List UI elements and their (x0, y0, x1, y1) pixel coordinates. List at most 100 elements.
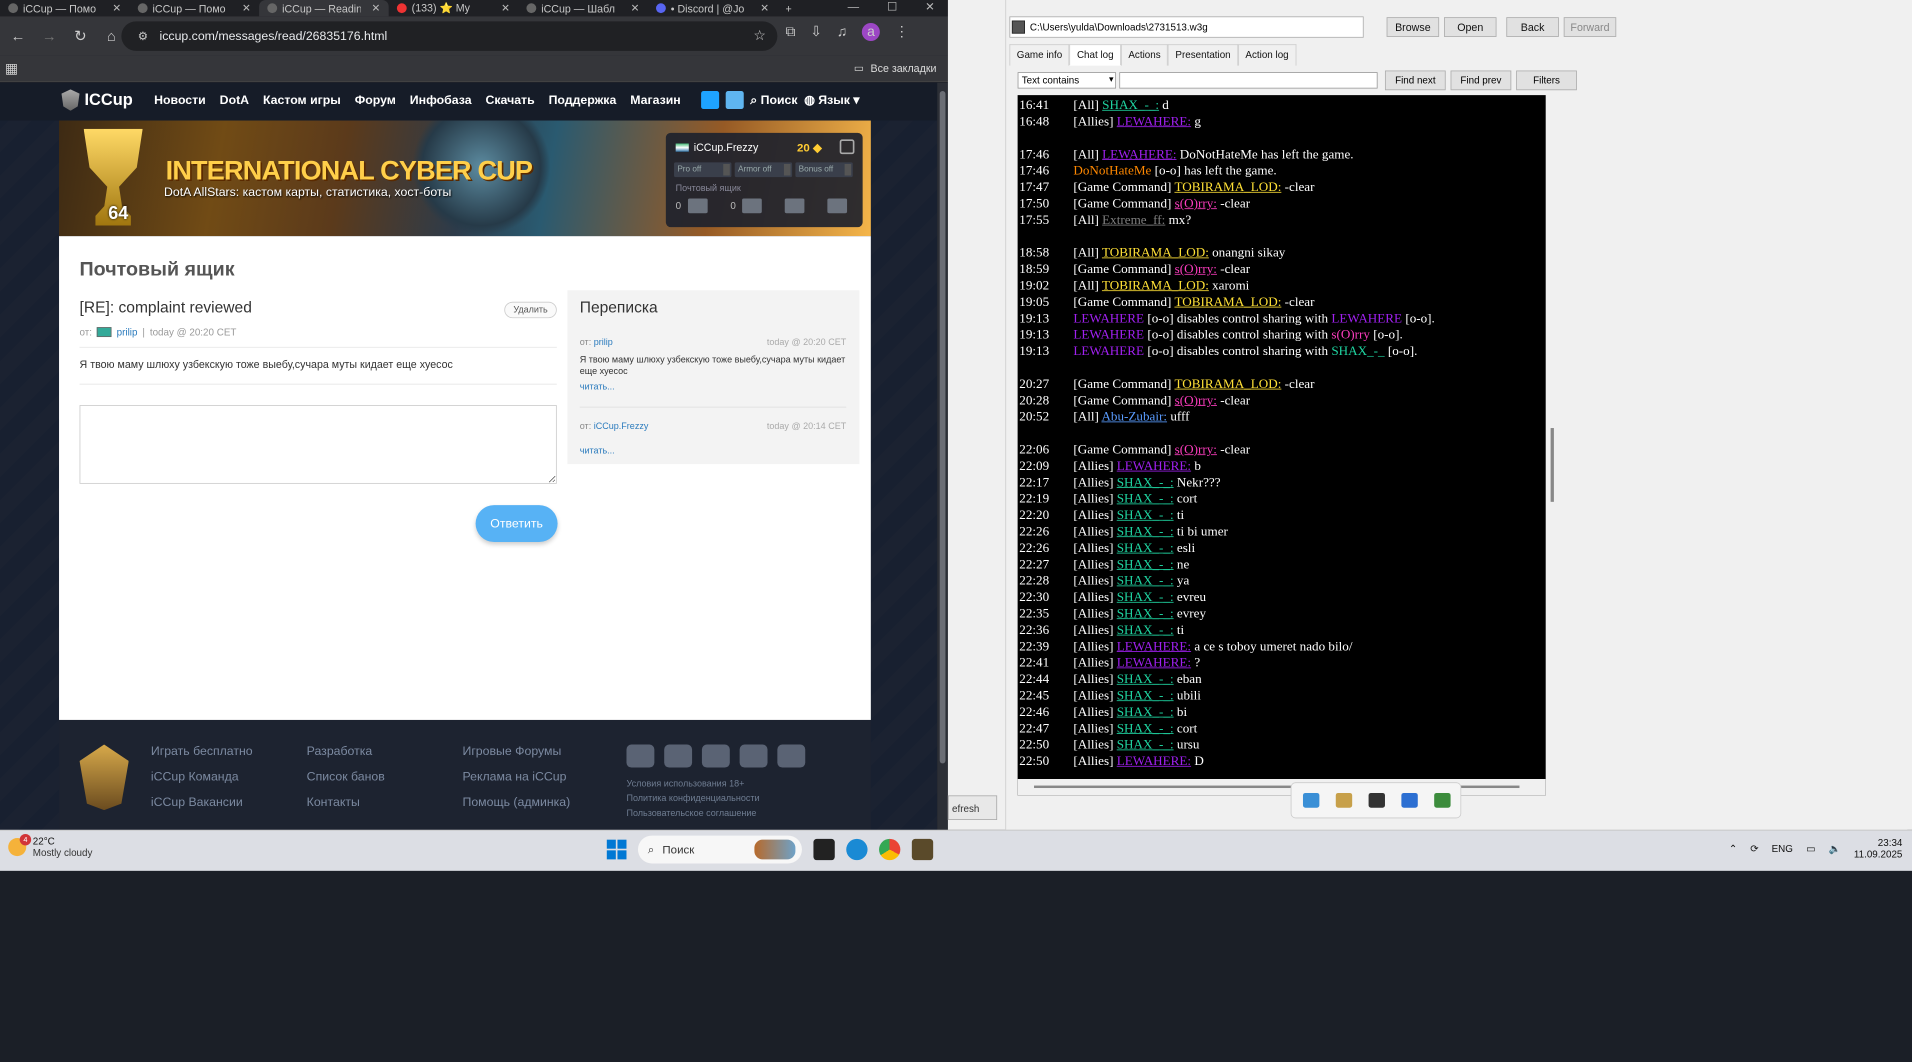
new-tab-button[interactable]: + (777, 0, 810, 16)
wrench-icon[interactable] (785, 198, 805, 214)
footer-link[interactable]: Играть бесплатно (151, 745, 253, 759)
filter-select[interactable]: Text contains (1017, 72, 1117, 89)
scroll-thumb[interactable] (939, 91, 946, 764)
logout-icon[interactable] (839, 139, 855, 155)
close-tab-icon[interactable]: ✕ (631, 2, 640, 15)
chat-player-name[interactable]: SHAX_-_: (1117, 525, 1174, 539)
forward-arrow-icon[interactable]: → (36, 23, 62, 49)
language-indicator[interactable]: ENG (1772, 843, 1793, 854)
page-scrollbar[interactable] (937, 82, 948, 830)
chat-player-name[interactable]: SHAX_-_: (1117, 607, 1174, 621)
legal-link[interactable]: Условия использования 18+ (626, 779, 759, 789)
browser-tab-3[interactable]: iCCup — Readin ✕ (259, 0, 389, 17)
bookmark-star-icon[interactable]: ☆ (753, 28, 766, 44)
thread-sender-link[interactable]: prilip (594, 338, 613, 348)
chat-player-name[interactable]: SHAX_-_: (1102, 98, 1159, 112)
discord-icon[interactable] (664, 744, 693, 768)
chat-player-name[interactable]: SHAX_-_: (1117, 623, 1174, 637)
chat-player-name[interactable]: s(O)rry: (1175, 443, 1217, 457)
close-tab-icon[interactable]: ✕ (112, 2, 121, 15)
close-tab-icon[interactable]: ✕ (372, 2, 381, 15)
apps-grid-icon[interactable]: ▦ (5, 61, 18, 77)
volume-icon[interactable]: 🔈 (1828, 843, 1840, 854)
maximize-icon[interactable]: ☐ (887, 0, 897, 14)
windows-start-icon[interactable] (606, 839, 627, 860)
thread-sender-link[interactable]: iCCup.Frezzy (594, 421, 649, 431)
chat-player-name[interactable]: SHAX_-_: (1117, 492, 1174, 506)
taskbar-search[interactable]: ⌕ Поиск (637, 835, 802, 864)
read-more-link[interactable]: читать... (580, 446, 847, 456)
chat-player-name[interactable]: Extreme_ff: (1102, 213, 1165, 227)
replay-app-icon[interactable] (911, 838, 934, 861)
tab-chat-log[interactable]: Chat log (1069, 44, 1121, 66)
chat-player-name[interactable]: TOBIRAMA_LOD: (1102, 279, 1209, 293)
tab-actions[interactable]: Actions (1120, 44, 1169, 66)
tray-app-icon[interactable]: ⟳ (1750, 843, 1758, 854)
reply-button[interactable]: Ответить (475, 505, 558, 543)
footer-link[interactable]: Контакты (307, 795, 385, 809)
browse-button[interactable]: Browse (1386, 17, 1440, 37)
chat-player-name[interactable]: SHAX_-_: (1117, 541, 1174, 555)
footer-link[interactable]: iCCup Вакансии (151, 795, 253, 809)
chat-player-name[interactable]: s(O)rry: (1175, 262, 1217, 276)
footer-link[interactable]: Реклама на iCCup (462, 770, 570, 784)
chat-player-name[interactable]: SHAX_-_: (1117, 558, 1174, 572)
chevron-up-icon[interactable]: ⌃ (1729, 843, 1737, 854)
chat-player-name[interactable]: s(O)rry: (1175, 394, 1217, 408)
chat-player-name[interactable]: SHAX_-_: (1117, 705, 1174, 719)
legal-link[interactable]: Политика конфиденциальности (626, 794, 759, 804)
chat-player-name[interactable]: SHAX_-_: (1117, 508, 1174, 522)
reply-textarea[interactable] (79, 405, 557, 484)
find-prev-button[interactable]: Find prev (1450, 70, 1512, 91)
armor-toggle[interactable]: Armor off (734, 162, 793, 178)
network-icon[interactable]: ▭ (1806, 843, 1815, 854)
tray-warcraft-icon[interactable] (1335, 792, 1353, 808)
menu-item-download[interactable]: Скачать (486, 93, 535, 107)
chat-player-name[interactable]: LEWAHERE: (1117, 115, 1191, 129)
chat-player-name[interactable]: SHAX_-_: (1117, 476, 1174, 490)
sender-link[interactable]: prilip (117, 326, 138, 337)
telegram-tray-icon[interactable] (1368, 792, 1385, 808)
menu-item-infobase[interactable]: Инфобаза (410, 93, 472, 107)
mail-icon[interactable] (687, 198, 708, 214)
find-next-button[interactable]: Find next (1384, 70, 1446, 91)
menu-item-forum[interactable]: Форум (355, 93, 396, 107)
tray-app-icon[interactable] (1302, 792, 1320, 808)
clock[interactable]: 23:34 11.09.2025 (1854, 837, 1903, 860)
chrome-icon[interactable] (879, 838, 901, 861)
menu-item-custom[interactable]: Кастом игры (263, 93, 341, 107)
close-icon[interactable]: ✕ (925, 0, 935, 14)
discord-settings-icon[interactable] (701, 744, 730, 768)
site-info-icon[interactable]: ⚙ (138, 29, 148, 43)
legal-link[interactable]: Пользовательское соглашение (626, 809, 759, 819)
menu-kebab-icon[interactable]: ⋮ (895, 24, 909, 40)
chat-scrollbar[interactable] (1547, 95, 1558, 796)
chat-player-name[interactable]: TOBIRAMA_LOD: (1174, 377, 1281, 391)
all-bookmarks[interactable]: ▭ Все закладки (854, 62, 937, 75)
vk-icon[interactable] (626, 744, 655, 768)
chat-player-name[interactable]: TOBIRAMA_LOD: (1174, 180, 1281, 194)
browser-tab-5[interactable]: iCCup — Шабл ✕ (518, 0, 648, 16)
refresh-button[interactable]: efresh (947, 795, 998, 820)
chat-player-name[interactable]: SHAX_-_: (1117, 590, 1174, 604)
defender-icon[interactable] (1401, 792, 1418, 808)
chat-player-name[interactable]: SHAX_-_: (1117, 738, 1174, 752)
tab-presentation[interactable]: Presentation (1168, 44, 1239, 66)
delete-button[interactable]: Удалить (504, 301, 557, 319)
chat-player-name[interactable]: LEWAHERE: (1117, 656, 1191, 670)
footer-link[interactable]: Разработка (307, 745, 385, 759)
back-arrow-icon[interactable]: ← (5, 23, 31, 49)
tab-action-log[interactable]: Action log (1238, 44, 1297, 66)
chat-player-name[interactable]: LEWAHERE: (1117, 640, 1191, 654)
menu-item-dota[interactable]: DotA (220, 93, 249, 107)
media-icon[interactable]: ♫ (837, 24, 847, 40)
bonus-toggle[interactable]: Bonus off (795, 162, 853, 178)
chat-player-name[interactable]: SHAX_-_: (1117, 574, 1174, 588)
profile-avatar[interactable]: a (861, 22, 880, 41)
search-link[interactable]: ⌕ Поиск (750, 93, 797, 107)
read-more-link[interactable]: читать... (580, 382, 847, 392)
menu-item-news[interactable]: Новости (154, 93, 206, 107)
menu-item-support[interactable]: Поддержка (549, 93, 617, 107)
browser-tab-4[interactable]: (133) ⭐ My ✕ (389, 0, 519, 16)
chat-player-name[interactable]: LEWAHERE: (1102, 148, 1176, 162)
